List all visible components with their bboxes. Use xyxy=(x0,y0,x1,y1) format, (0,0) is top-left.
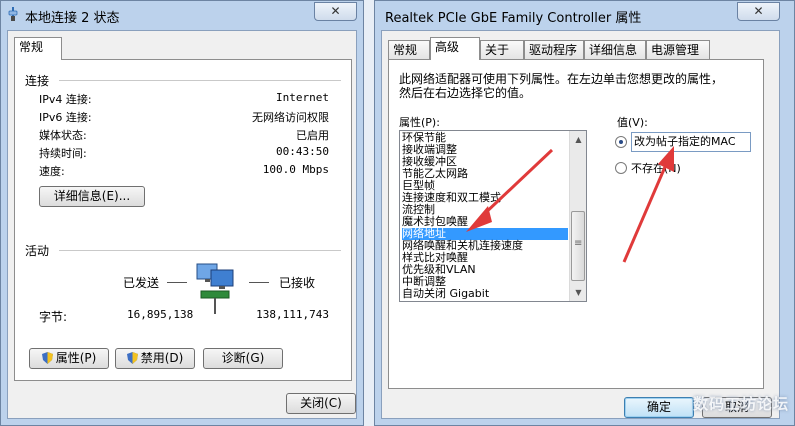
duration-label: 持续时间: xyxy=(39,147,87,160)
property-list[interactable]: 环保节能 接收端调整 接收缓冲区 节能乙太网路 巨型帧 连接速度和双工模式 流控… xyxy=(399,130,587,302)
list-item[interactable]: 自动关闭 Gigabit xyxy=(402,288,489,300)
ipv6-value: 无网络访问权限 xyxy=(252,111,329,124)
sent-label: 已发送 xyxy=(123,276,160,290)
status-window-title: 本地连接 2 状态 xyxy=(25,11,120,26)
tab-driver[interactable]: 驱动程序 xyxy=(524,40,584,59)
uac-shield-icon xyxy=(126,352,138,364)
activity-heading: 活动 xyxy=(25,244,50,258)
duration-value: 00:43:50 xyxy=(276,145,329,158)
sent-line xyxy=(167,282,187,283)
properties-titlebar[interactable]: Realtek PCIe GbE Family Controller 属性 ✕ xyxy=(375,1,794,29)
properties-window: Realtek PCIe GbE Family Controller 属性 ✕ … xyxy=(374,0,795,426)
forum-watermark: 数码工坊论坛 xyxy=(692,395,789,413)
ipv6-label: IPv6 连接: xyxy=(39,111,92,124)
connection-heading: 连接 xyxy=(25,74,50,88)
close-icon[interactable]: ✕ xyxy=(737,2,780,21)
bytes-received-value: 138,111,743 xyxy=(256,308,329,321)
close-button[interactable]: 关闭(C) xyxy=(286,393,356,414)
tab-about[interactable]: 关于 xyxy=(480,40,524,59)
status-window: 本地连接 2 状态 ✕ 常规 连接 IPv4 连接: Internet IPv6… xyxy=(0,0,364,426)
advanced-panel: 此网络适配器可使用下列属性。在左边单击您想更改的属性， 然后在右边选择它的值。 … xyxy=(388,59,764,389)
description-line-2: 然后在右边选择它的值。 xyxy=(399,86,532,100)
tab-power-management[interactable]: 电源管理 xyxy=(646,40,710,59)
diagnose-button[interactable]: 诊断(G) xyxy=(203,348,283,369)
tab-general[interactable]: 常规 xyxy=(388,40,430,59)
status-panel: 连接 IPv4 连接: Internet IPv6 连接: 无网络访问权限 媒体… xyxy=(14,59,352,381)
received-line xyxy=(249,282,269,283)
value-input[interactable]: 改为帖子指定的MAC xyxy=(631,132,751,152)
not-present-label: 不存在(N) xyxy=(631,162,681,175)
disable-button-label: 禁用(D) xyxy=(140,351,184,365)
properties-button[interactable]: 属性(P) xyxy=(29,348,109,369)
status-client-area: 常规 连接 IPv4 连接: Internet IPv6 连接: 无网络访问权限… xyxy=(7,30,357,419)
tab-advanced[interactable]: 高级 xyxy=(430,37,480,60)
media-state-value: 已启用 xyxy=(296,129,329,142)
status-titlebar[interactable]: 本地连接 2 状态 ✕ xyxy=(1,1,363,29)
bytes-label: 字节: xyxy=(39,310,68,324)
property-label: 属性(P): xyxy=(399,116,440,129)
details-button[interactable]: 详细信息(E)... xyxy=(39,186,145,207)
scroll-grip-icon: ≡ xyxy=(574,238,583,249)
network-activity-icon xyxy=(196,263,234,314)
ipv4-label: IPv4 连接: xyxy=(39,93,92,106)
tab-general[interactable]: 常规 xyxy=(14,37,62,60)
received-label: 已接收 xyxy=(279,276,316,290)
media-state-label: 媒体状态: xyxy=(39,129,87,142)
scroll-up-icon[interactable]: ▲ xyxy=(570,131,586,148)
bytes-sent-value: 16,895,138 xyxy=(127,308,194,321)
tab-details[interactable]: 详细信息 xyxy=(584,40,646,59)
uac-shield-icon xyxy=(41,352,53,364)
activity-divider xyxy=(59,250,341,251)
properties-client-area: 常规 高级 关于 驱动程序 详细信息 电源管理 此网络适配器可使用下列属性。在左… xyxy=(381,30,780,419)
ok-button[interactable]: 确定 xyxy=(624,397,694,418)
scroll-thumb[interactable]: ≡ xyxy=(571,211,585,281)
ipv4-value: Internet xyxy=(276,91,329,104)
speed-label: 速度: xyxy=(39,165,65,178)
network-connection-icon xyxy=(8,7,18,21)
scroll-down-icon[interactable]: ▼ xyxy=(570,284,586,301)
properties-window-title: Realtek PCIe GbE Family Controller 属性 xyxy=(385,11,642,26)
close-icon[interactable]: ✕ xyxy=(314,2,357,21)
disable-button[interactable]: 禁用(D) xyxy=(115,348,195,369)
value-radio[interactable] xyxy=(615,136,627,148)
connection-divider xyxy=(59,80,341,81)
property-list-scrollbar[interactable]: ▲ ≡ ▼ xyxy=(569,131,586,301)
not-present-radio[interactable] xyxy=(615,162,627,174)
properties-button-label: 属性(P) xyxy=(55,351,97,365)
speed-value: 100.0 Mbps xyxy=(262,163,329,176)
value-label: 值(V): xyxy=(617,116,648,129)
